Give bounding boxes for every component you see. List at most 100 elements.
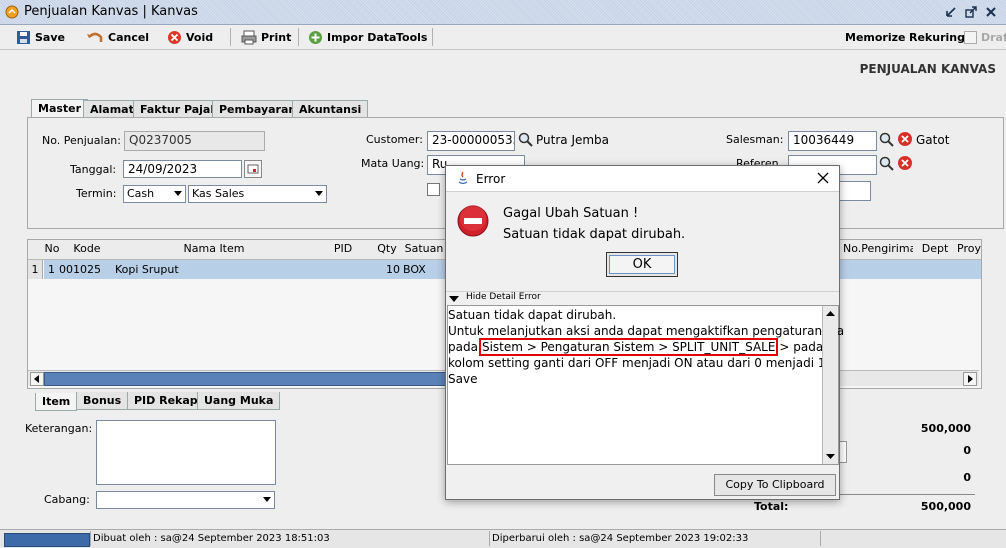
minimize-icon[interactable] <box>944 5 958 19</box>
calendar-button[interactable] <box>244 160 262 178</box>
clear-icon[interactable] <box>897 131 913 147</box>
error-icon <box>457 205 489 237</box>
option-checkbox[interactable] <box>427 183 440 196</box>
app-icon <box>5 5 19 19</box>
maximize-icon[interactable] <box>964 5 978 19</box>
grid-header-cell[interactable]: Dept <box>913 240 958 258</box>
detail-line: Save <box>448 372 478 386</box>
error-message: Satuan tidak dapat dirubah. <box>503 227 686 242</box>
tanggal-field[interactable]: 24/09/2023 <box>123 160 242 178</box>
chevron-down-icon <box>315 191 323 196</box>
save-button[interactable]: Save <box>16 28 65 46</box>
print-button[interactable]: Print <box>241 28 291 46</box>
window-title: Penjualan Kanvas | Kanvas <box>24 4 198 19</box>
updated-text: Diperbarui oleh : sa@24 September 2023 1… <box>492 533 749 544</box>
grid-header-cell[interactable]: PID <box>314 240 373 258</box>
keterangan-textarea[interactable] <box>96 420 276 485</box>
termin-select[interactable]: Cash <box>123 185 186 203</box>
floppy-icon <box>17 30 30 44</box>
no-penjualan-field[interactable]: Q0237005 <box>124 131 265 151</box>
save-label: Save <box>35 30 65 44</box>
dialog-title-bar: Error <box>446 166 839 192</box>
termin-type-select[interactable]: Kas Sales <box>188 185 327 203</box>
tab-faktur-pajak[interactable]: Faktur Pajak <box>133 100 225 118</box>
search-icon[interactable] <box>517 131 535 149</box>
memorize-button[interactable]: Memorize <box>845 28 905 46</box>
void-label: Void <box>186 30 214 44</box>
tab-bonus[interactable]: Bonus <box>76 392 129 410</box>
void-icon <box>168 30 181 44</box>
detail-line: kolom setting ganti dari OFF menjadi ON … <box>448 356 840 370</box>
import-button[interactable]: Impor Data <box>308 28 396 46</box>
print-label: Print <box>261 30 292 44</box>
tools-label: Tools <box>396 30 428 44</box>
grid-header-cell[interactable]: Qty <box>372 240 403 258</box>
memorize-label: Memorize <box>845 30 906 44</box>
arrow-up-icon[interactable] <box>825 309 836 317</box>
java-icon <box>458 171 468 185</box>
no-penjualan-label: No. Penjualan: <box>42 134 121 147</box>
tab-item[interactable]: Item <box>35 393 78 411</box>
scroll-thumb[interactable] <box>44 372 446 386</box>
toolbar-divider <box>298 28 299 46</box>
draft-check-box[interactable] <box>964 30 977 44</box>
detail-line: pada Sistem > Pengaturan Sistem > SPLIT_U… <box>448 338 824 356</box>
tanggal-label: Tanggal: <box>70 163 117 176</box>
created-text: Dibuat oleh : sa@24 September 2023 18:51… <box>93 533 330 544</box>
grid-header-cell[interactable]: Proy <box>957 240 981 258</box>
clear-icon[interactable] <box>897 155 913 171</box>
total-label: Total: <box>754 500 789 513</box>
tools-button[interactable]: Tools <box>396 28 427 46</box>
mata-uang-label: Mata Uang: <box>361 157 425 170</box>
toolbar: Save Cancel Void Print Impor Data Tools … <box>0 25 1006 50</box>
progress-indicator <box>4 533 90 547</box>
tab-pembayaran[interactable]: Pembayaran <box>212 100 304 118</box>
grid-header-cell[interactable]: No.Pengiriman <box>843 240 923 258</box>
printer-icon <box>241 30 257 44</box>
search-icon[interactable] <box>878 155 896 173</box>
grid-header-cell[interactable]: Kode Item <box>60 240 115 273</box>
void-button[interactable]: Void <box>167 28 213 46</box>
error-dialog: Error Gagal Ubah Satuan ! Satuan tidak d… <box>445 165 844 500</box>
dialog-close-icon[interactable] <box>817 172 829 184</box>
search-icon[interactable] <box>878 131 896 149</box>
tab-master[interactable]: Master <box>31 99 89 117</box>
tab-uang-muka[interactable]: Uang Muka <box>197 392 281 410</box>
grid-header-cell[interactable]: Nama Item <box>114 240 315 258</box>
grid-header-cell[interactable]: Satuan <box>402 240 447 258</box>
recurring-button[interactable]: Rekuring <box>909 28 965 46</box>
termin-value: Cash <box>127 187 155 200</box>
total-value-3: 0 <box>963 471 971 484</box>
arrow-left-icon <box>34 375 39 383</box>
calendar-icon <box>247 164 259 174</box>
undo-icon <box>87 32 103 42</box>
draft-checkbox[interactable]: Draft <box>964 28 1006 46</box>
scroll-left-button[interactable] <box>30 372 44 386</box>
copy-to-clipboard-button[interactable]: Copy To Clipboard <box>714 474 836 496</box>
triangle-down-icon[interactable] <box>448 294 460 304</box>
tab-pid-rekap[interactable]: PID Rekap <box>127 392 205 410</box>
customer-code-field[interactable]: 23-000000535 <box>427 131 515 151</box>
cancel-button[interactable]: Cancel <box>86 28 149 46</box>
hide-detail-toggle[interactable]: Hide Detail Error <box>466 292 541 302</box>
cancel-label: Cancel <box>108 30 150 44</box>
scroll-right-button[interactable] <box>963 372 977 386</box>
detail-text-pre: pada <box>448 340 478 354</box>
tab-akuntansi[interactable]: Akuntansi <box>292 100 369 118</box>
detail-text-area[interactable]: Satuan tidak dapat dirubah. Untuk melanj… <box>447 305 844 465</box>
close-icon[interactable] <box>984 5 998 19</box>
grid-header-cell[interactable]: No <box>44 240 61 258</box>
chevron-down-icon <box>174 191 182 196</box>
page-header: PENJUALAN KANVAS <box>859 62 996 76</box>
salesman-code-field[interactable]: 10036449 <box>788 131 877 151</box>
import-label: Impor Data <box>327 30 397 44</box>
ok-button[interactable]: OK <box>606 252 678 277</box>
grid-header-cell <box>28 240 45 258</box>
cabang-select[interactable] <box>96 491 275 509</box>
termin-type-value: Kas Sales <box>192 187 245 200</box>
title-bar: Penjualan Kanvas | Kanvas <box>0 0 1006 25</box>
arrow-right-icon <box>968 375 973 383</box>
arrow-down-icon[interactable] <box>825 453 836 461</box>
detail-text-post: > pada <box>779 340 824 354</box>
detail-scrollbar[interactable] <box>822 306 838 464</box>
